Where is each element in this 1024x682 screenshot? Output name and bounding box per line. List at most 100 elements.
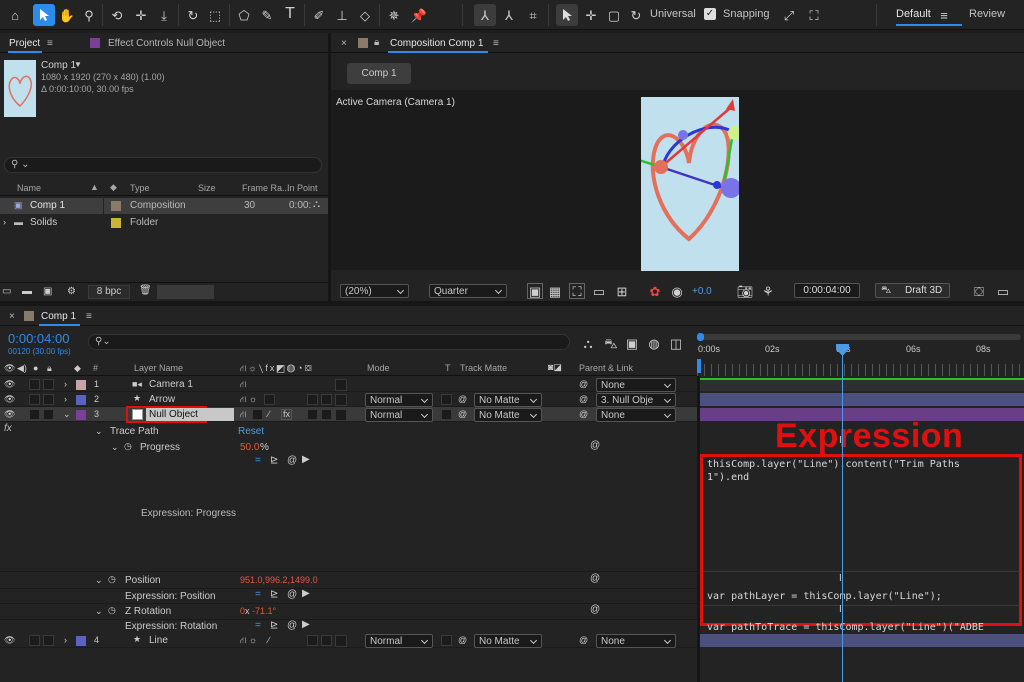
region-of-interest-icon[interactable]: ▭ bbox=[591, 283, 607, 299]
track-matte-dropdown[interactable]: No Matte bbox=[474, 634, 542, 648]
expand-arrow-icon[interactable]: › bbox=[3, 218, 6, 227]
collapse-arrow-icon[interactable]: ⌄ bbox=[95, 607, 103, 616]
pickwhip-icon[interactable]: @ bbox=[579, 636, 588, 645]
workspace-review-tab[interactable]: Review bbox=[969, 9, 1005, 20]
interpret-footage-icon[interactable]: ▭ bbox=[2, 287, 11, 297]
trace-path-effect[interactable]: Trace Path bbox=[110, 427, 159, 437]
zoom-dropdown[interactable]: (20%) bbox=[340, 284, 409, 298]
expression-enable-icon[interactable]: = bbox=[255, 621, 261, 631]
track-matte-dropdown[interactable]: No Matte bbox=[474, 408, 542, 422]
visibility-eye-icon[interactable]: 👁︎ bbox=[4, 395, 15, 404]
trash-icon[interactable]: 🗑 bbox=[139, 286, 152, 296]
lock-switch[interactable] bbox=[43, 394, 54, 405]
layer-label-chip[interactable] bbox=[76, 636, 86, 646]
motion-blur-icon[interactable]: ◫ bbox=[668, 335, 684, 351]
layer-name[interactable]: Arrow bbox=[149, 395, 175, 405]
3d-layer-switch[interactable] bbox=[335, 409, 347, 421]
track-camera-icon[interactable]: ⬚ bbox=[206, 6, 224, 24]
label-column-icon[interactable]: ◆ bbox=[74, 364, 81, 373]
layer-label-chip[interactable] bbox=[76, 410, 86, 420]
axis-view-icon[interactable]: ⌗ bbox=[524, 6, 542, 24]
parent-dropdown[interactable]: None bbox=[596, 378, 676, 392]
col-track-matte[interactable]: Track Matte bbox=[460, 364, 507, 373]
project-tab[interactable]: Project bbox=[9, 39, 40, 49]
expression-pickwhip-icon[interactable]: @ bbox=[590, 574, 600, 584]
workspace-default-tab[interactable]: Default bbox=[896, 9, 931, 20]
position-value[interactable]: 951.0,996.2,1499.0 bbox=[240, 576, 318, 585]
z-rotation-degrees[interactable]: -71.1° bbox=[252, 607, 276, 616]
mode-dropdown[interactable]: Normal bbox=[365, 408, 433, 422]
flowchart-icon[interactable]: ⛬ bbox=[313, 200, 320, 210]
track-matte-dropdown[interactable]: No Matte bbox=[474, 393, 542, 407]
sort-up-icon[interactable]: ▲ bbox=[90, 183, 99, 192]
adjustment-switch[interactable] bbox=[307, 635, 318, 646]
home-icon[interactable]: ⌂ bbox=[6, 6, 24, 24]
roto-brush-icon[interactable]: ✵ bbox=[385, 6, 403, 24]
shy-icon[interactable]: ▣ bbox=[624, 335, 640, 351]
expression-pickwhip-icon[interactable]: @ bbox=[590, 441, 600, 451]
collapse-arrow-icon[interactable]: ⌄ bbox=[111, 443, 119, 452]
fx-icon[interactable]: fx bbox=[4, 424, 12, 434]
puppet-pin-icon[interactable]: 📌 bbox=[410, 6, 428, 24]
col-in-point[interactable]: In Point bbox=[287, 184, 318, 193]
quality-slash-icon[interactable]: ∕ bbox=[268, 636, 270, 645]
parent-dropdown[interactable]: 3. Null Obje bbox=[596, 393, 676, 407]
work-area-bar[interactable] bbox=[699, 334, 1021, 340]
work-area-start-marker[interactable] bbox=[697, 359, 701, 373]
preserve-transparency-switch[interactable] bbox=[441, 409, 452, 420]
shy-switch-icon[interactable]: ⛙ ☼ bbox=[240, 636, 257, 645]
parent-dropdown[interactable]: None bbox=[596, 408, 676, 422]
draft-3d-timeline-icon[interactable]: ⛍ bbox=[603, 335, 619, 351]
close-icon[interactable]: × bbox=[341, 39, 347, 49]
expression-graph-icon[interactable]: ⊵ bbox=[270, 456, 278, 466]
show-snapshot-icon[interactable]: ⚘ bbox=[760, 283, 776, 299]
select-icon[interactable] bbox=[556, 4, 578, 26]
expression-graph-icon[interactable]: ⊵ bbox=[270, 621, 278, 631]
selection-arrow-icon[interactable] bbox=[33, 4, 55, 26]
visibility-eye-icon[interactable]: 👁︎ bbox=[4, 410, 15, 419]
matte-pickwhip-icon[interactable]: @ bbox=[458, 636, 467, 645]
playhead-line[interactable] bbox=[842, 346, 843, 682]
layer-name-field[interactable]: Null Object bbox=[146, 408, 234, 421]
stopwatch-icon[interactable]: ◷ bbox=[108, 575, 116, 584]
layer-label-chip[interactable] bbox=[76, 395, 86, 405]
timeline-menu-icon[interactable]: ≡ bbox=[86, 312, 92, 322]
snapshot-icon[interactable]: 📷︎ bbox=[737, 283, 754, 299]
pickwhip-icon[interactable]: @ bbox=[579, 395, 588, 404]
expression-language-menu-icon[interactable]: ▶ bbox=[302, 455, 310, 465]
col-number[interactable]: # bbox=[93, 364, 98, 373]
switches-icons[interactable]: ⛙☼∖fx◩◍◔⛋ bbox=[240, 364, 314, 373]
current-time[interactable]: 0:00:04:00 bbox=[8, 332, 69, 345]
close-icon[interactable]: × bbox=[9, 312, 15, 322]
shy-switch-icon[interactable]: ⛙ bbox=[240, 410, 246, 419]
project-item[interactable]: › ▬ Solids Folder bbox=[0, 215, 328, 231]
comp-info-name[interactable]: Comp 1 bbox=[41, 61, 76, 71]
motion-blur-switch[interactable] bbox=[321, 409, 332, 420]
lock-icon[interactable]: 🔒︎ bbox=[374, 38, 379, 48]
snapping-label[interactable]: Snapping bbox=[723, 9, 770, 20]
type-icon[interactable]: T bbox=[281, 5, 299, 23]
rotate-3d-icon[interactable]: ⟲ bbox=[108, 6, 126, 24]
extended-viewer-icon[interactable]: ▭ bbox=[995, 283, 1011, 299]
expression-language-menu-icon[interactable]: ▶ bbox=[302, 620, 310, 630]
project-settings-icon[interactable]: ⚙ bbox=[67, 287, 76, 297]
progress-value[interactable]: 50.0 bbox=[240, 443, 259, 453]
layer-row[interactable]: 👁︎ › 4 ★ Line ⛙ ☼ ∕ Normal @ No Matte @ … bbox=[0, 633, 697, 648]
expression-pickwhip-icon[interactable]: @ bbox=[590, 605, 600, 615]
exposure-value[interactable]: +0.0 bbox=[692, 287, 712, 297]
arrow-layer-bar[interactable] bbox=[700, 393, 1024, 406]
comp-info-dropdown-icon[interactable]: ▼ bbox=[74, 61, 82, 69]
pickwhip-icon[interactable]: @ bbox=[579, 410, 588, 419]
adjustment-switch[interactable] bbox=[307, 409, 318, 420]
visibility-eye-icon[interactable]: 👁︎ bbox=[4, 380, 15, 389]
pan-behind-icon[interactable]: ✛ bbox=[132, 6, 150, 24]
color-management-icon[interactable]: ◉ bbox=[669, 283, 685, 299]
hand-icon[interactable]: ✋ bbox=[58, 6, 76, 24]
expression-editor-position[interactable]: var pathLayer = thisComp.layer("Line"); bbox=[707, 590, 942, 603]
playhead-handle[interactable] bbox=[836, 344, 849, 356]
resolution-dropdown[interactable]: Quarter bbox=[429, 284, 507, 298]
rotate-tool-icon[interactable]: ↻ bbox=[627, 6, 645, 24]
viewer-canvas[interactable]: Active Camera (Camera 1) bbox=[331, 90, 1024, 271]
zoom-icon[interactable]: ⚲ bbox=[80, 6, 98, 24]
bit-depth-button[interactable]: 8 bpc bbox=[88, 285, 130, 299]
